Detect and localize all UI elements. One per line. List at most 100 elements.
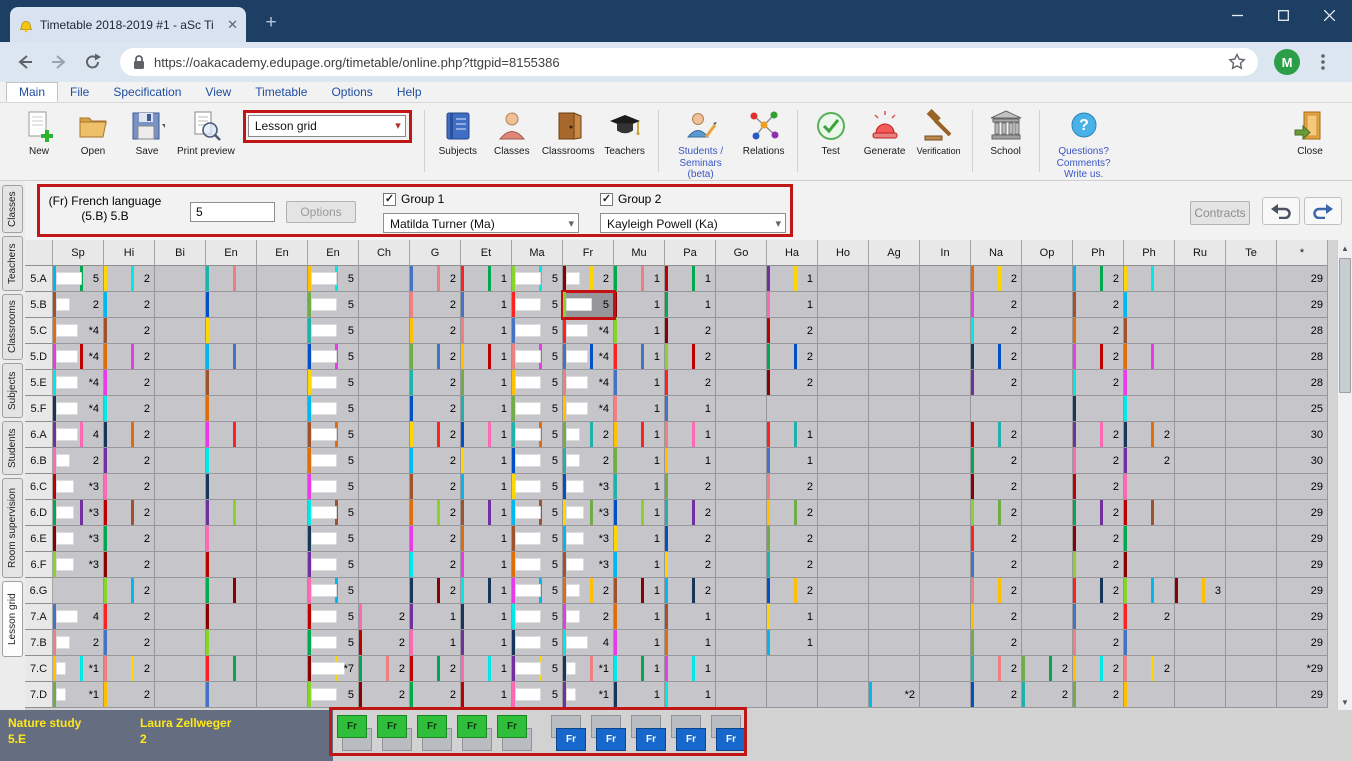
- grid-cell[interactable]: 2: [563, 448, 614, 474]
- grid-cell[interactable]: 2: [410, 682, 461, 708]
- grid-cell[interactable]: [920, 630, 971, 656]
- grid-cell[interactable]: [716, 318, 767, 344]
- grid-cell[interactable]: [1022, 604, 1073, 630]
- grid-cell[interactable]: 2: [1124, 448, 1175, 474]
- grid-cell[interactable]: [1022, 552, 1073, 578]
- grid-cell[interactable]: [1175, 344, 1226, 370]
- grid-cell[interactable]: *7: [308, 656, 359, 682]
- grid-cell[interactable]: 1: [461, 682, 512, 708]
- grid-cell[interactable]: [1175, 656, 1226, 682]
- grid-cell[interactable]: 1: [614, 318, 665, 344]
- grid-cell[interactable]: 28: [1277, 318, 1328, 344]
- grid-cell[interactable]: 1: [767, 604, 818, 630]
- grid-cell[interactable]: [206, 526, 257, 552]
- grid-cell[interactable]: [1226, 266, 1277, 292]
- grid-cell[interactable]: [1124, 292, 1175, 318]
- grid-cell[interactable]: [359, 578, 410, 604]
- grid-cell[interactable]: [257, 630, 308, 656]
- grid-cell[interactable]: [818, 396, 869, 422]
- grid-cell[interactable]: [818, 682, 869, 708]
- grid-cell[interactable]: 2: [410, 370, 461, 396]
- grid-cell[interactable]: [1226, 344, 1277, 370]
- grid-cell[interactable]: [1022, 422, 1073, 448]
- grid-cell[interactable]: *3: [53, 474, 104, 500]
- grid-cell[interactable]: 1: [461, 578, 512, 604]
- grid-cell[interactable]: [818, 344, 869, 370]
- grid-cell[interactable]: [155, 370, 206, 396]
- row-header[interactable]: 7.B: [25, 630, 53, 656]
- grid-cell[interactable]: 1: [614, 656, 665, 682]
- grid-cell[interactable]: 1: [461, 656, 512, 682]
- grid-cell[interactable]: [1175, 318, 1226, 344]
- forward-icon[interactable]: [44, 47, 74, 77]
- grid-cell[interactable]: 1: [614, 396, 665, 422]
- column-header[interactable]: Pa: [665, 240, 716, 266]
- grid-cell[interactable]: *3: [53, 552, 104, 578]
- grid-cell[interactable]: [920, 370, 971, 396]
- grid-cell[interactable]: [716, 292, 767, 318]
- grid-cell[interactable]: 29: [1277, 630, 1328, 656]
- grid-cell[interactable]: [920, 422, 971, 448]
- grid-cell[interactable]: 5: [308, 344, 359, 370]
- column-header[interactable]: En: [206, 240, 257, 266]
- grid-cell[interactable]: 2: [410, 474, 461, 500]
- grid-cell[interactable]: [1022, 630, 1073, 656]
- grid-cell[interactable]: 29: [1277, 604, 1328, 630]
- new-button[interactable]: New: [15, 108, 63, 158]
- grid-cell[interactable]: [920, 474, 971, 500]
- grid-cell[interactable]: 29: [1277, 682, 1328, 708]
- grid-cell[interactable]: [1175, 292, 1226, 318]
- grid-cell[interactable]: 4: [53, 604, 104, 630]
- grid-cell[interactable]: *3: [563, 500, 614, 526]
- grid-cell[interactable]: 2: [563, 266, 614, 292]
- column-header[interactable]: Ma: [512, 240, 563, 266]
- grid-cell[interactable]: 2: [410, 318, 461, 344]
- grid-cell[interactable]: 1: [614, 630, 665, 656]
- grid-cell[interactable]: 2: [971, 604, 1022, 630]
- grid-cell[interactable]: [716, 526, 767, 552]
- grid-cell[interactable]: 5: [308, 396, 359, 422]
- grid-cell[interactable]: [1124, 500, 1175, 526]
- sidebar-tab-lesson-grid[interactable]: Lesson grid: [2, 581, 23, 657]
- grid-cell[interactable]: 5: [512, 448, 563, 474]
- grid-cell[interactable]: 5: [512, 500, 563, 526]
- grid-cell[interactable]: 2: [767, 474, 818, 500]
- grid-cell[interactable]: [155, 578, 206, 604]
- vertical-scrollbar[interactable]: ▲ ▼: [1337, 240, 1352, 710]
- row-header[interactable]: 6.F: [25, 552, 53, 578]
- grid-cell[interactable]: 2: [410, 448, 461, 474]
- grid-cell[interactable]: 1: [461, 604, 512, 630]
- grid-cell[interactable]: [1226, 370, 1277, 396]
- grid-cell[interactable]: 2: [410, 292, 461, 318]
- grid-cell[interactable]: 2: [971, 266, 1022, 292]
- lesson-card-group2[interactable]: Fr: [596, 728, 626, 751]
- grid-cell[interactable]: 2: [665, 552, 716, 578]
- grid-cell[interactable]: 5: [512, 266, 563, 292]
- grid-cell[interactable]: [869, 292, 920, 318]
- grid-cell[interactable]: 2: [104, 500, 155, 526]
- grid-cell[interactable]: [920, 682, 971, 708]
- grid-cell[interactable]: [1124, 474, 1175, 500]
- grid-cell[interactable]: 2: [104, 552, 155, 578]
- grid-cell[interactable]: 2: [104, 318, 155, 344]
- lesson-count-input[interactable]: [190, 202, 275, 222]
- grid-cell[interactable]: 2: [410, 500, 461, 526]
- grid-cell[interactable]: *4: [563, 344, 614, 370]
- grid-cell[interactable]: 2: [104, 422, 155, 448]
- grid-cell[interactable]: 28: [1277, 344, 1328, 370]
- grid-cell[interactable]: [818, 656, 869, 682]
- grid-cell[interactable]: 2: [1073, 266, 1124, 292]
- grid-cell[interactable]: [920, 448, 971, 474]
- grid-cell[interactable]: [155, 344, 206, 370]
- grid-cell[interactable]: [1226, 604, 1277, 630]
- grid-cell[interactable]: 2: [410, 396, 461, 422]
- grid-cell[interactable]: 2: [1022, 682, 1073, 708]
- grid-cell[interactable]: [1022, 318, 1073, 344]
- grid-cell[interactable]: 2: [767, 370, 818, 396]
- grid-cell[interactable]: 2: [971, 474, 1022, 500]
- grid-cell[interactable]: 1: [461, 318, 512, 344]
- grid-cell[interactable]: 1: [614, 448, 665, 474]
- grid-cell[interactable]: 1: [665, 630, 716, 656]
- grid-cell[interactable]: 2: [971, 526, 1022, 552]
- grid-cell[interactable]: [1022, 266, 1073, 292]
